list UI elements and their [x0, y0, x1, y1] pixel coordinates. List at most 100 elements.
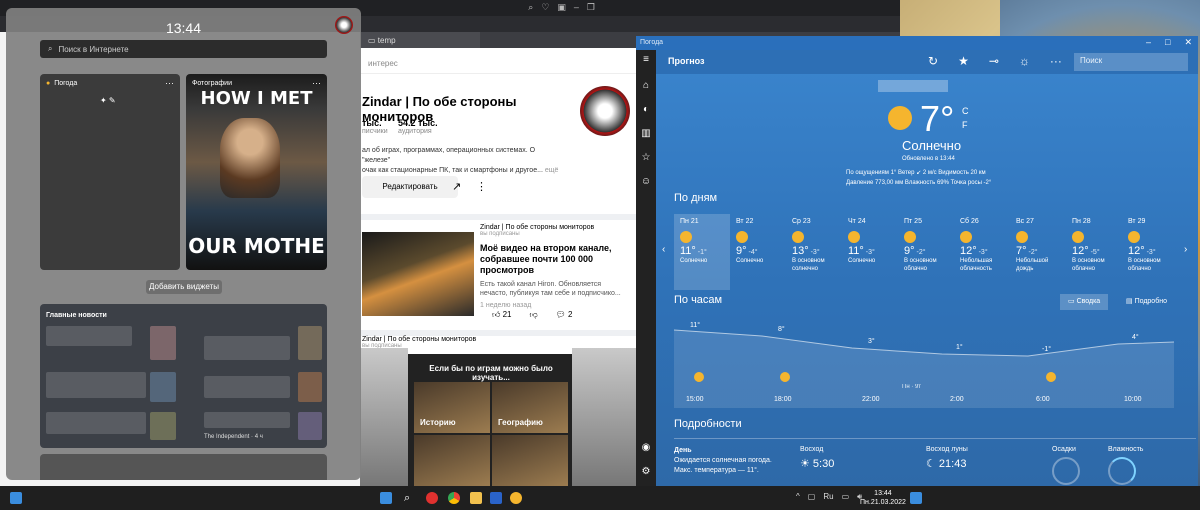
more-icon[interactable]: ⋮	[476, 180, 487, 193]
chrome-icon[interactable]	[448, 492, 460, 504]
opera-icon[interactable]	[426, 492, 438, 504]
refresh-icon[interactable]: ↻	[928, 54, 938, 68]
news-item-3[interactable]	[46, 372, 146, 398]
heart-icon[interactable]: ♡	[541, 2, 549, 14]
box-icon[interactable]: ▣	[557, 2, 566, 14]
post2-thumb-history[interactable]: Историю	[414, 382, 490, 433]
daily-forecast-day[interactable]: Сб 26 12° -3° Небольшая облачность	[954, 214, 1010, 290]
maps-icon[interactable]: ◐	[640, 104, 652, 116]
hourly-section-title: По часам	[674, 294, 723, 306]
more-options-icon[interactable]: ···	[1050, 54, 1062, 68]
close-icon[interactable]: ✕	[1184, 37, 1192, 48]
weather-app-icon[interactable]	[510, 492, 522, 504]
zen-search-input[interactable]: интерес	[360, 56, 636, 74]
humidity-gauge	[1108, 457, 1136, 485]
like-button[interactable]: 👍︎ 21	[492, 310, 512, 320]
search-icon[interactable]: ⌕	[404, 492, 416, 504]
news-thumb-5[interactable]	[150, 412, 176, 440]
keyboard-lang-icon[interactable]: Ru	[823, 492, 833, 502]
chevron-up-icon[interactable]: ^	[796, 492, 800, 502]
daily-forecast-day[interactable]: Вс 27 7° -2° Небольшой дождь	[1010, 214, 1066, 290]
post2-channel-name[interactable]: Zindar | По обе стороны мониторов	[362, 336, 632, 343]
weather-search-input[interactable]: Поиск	[1074, 53, 1188, 71]
post-channel-name[interactable]: Zindar | По обе стороны мониторов	[480, 224, 630, 231]
news-item-6[interactable]	[204, 412, 290, 428]
news-thumb-3[interactable]	[150, 372, 176, 402]
user-avatar[interactable]	[335, 16, 353, 34]
app-tray-icon[interactable]: ▢	[808, 492, 816, 502]
zen-stat-audience: 54.2 тыс. аудитория	[398, 118, 438, 135]
start-icon[interactable]	[380, 492, 392, 504]
details-section-title: Подробности	[674, 418, 742, 430]
restore-icon[interactable]: ❐	[587, 2, 595, 14]
daily-forecast-day[interactable]: Чт 24 11° -3° Солнечно	[842, 214, 898, 290]
network-icon[interactable]: ▭	[842, 492, 850, 502]
taskbar-clock[interactable]: 13:44 Пн.21.03.2022	[860, 489, 906, 507]
news-item-1[interactable]	[46, 326, 132, 346]
smile-icon[interactable]: ☺	[640, 176, 652, 188]
post2-thumb-4[interactable]	[492, 435, 568, 486]
post-title[interactable]: Моё видео на втором канале, собравшее по…	[480, 243, 630, 276]
zen-page: интерес Zindar | По обе стороны мониторо…	[360, 48, 636, 486]
daily-prev-arrow-icon[interactable]: ‹	[662, 244, 665, 255]
file-explorer-icon[interactable]	[470, 492, 482, 504]
current-temperature: 7°	[920, 98, 954, 140]
daily-forecast-day[interactable]: Пн 21 11° -1° Солнечно	[674, 214, 730, 290]
daily-forecast-day[interactable]: Пн 28 12° -5° В основном облачно	[1066, 214, 1122, 290]
news-thumb-1[interactable]	[150, 326, 176, 360]
photos-widget[interactable]: Фотографии ··· HOW I MET OUR MOTHE	[186, 74, 327, 270]
unit-fahrenheit[interactable]: F	[962, 118, 969, 132]
unit-celsius[interactable]: C	[962, 104, 969, 118]
daily-forecast-day[interactable]: Вт 29 12° -3° В основном облачно	[1122, 214, 1178, 290]
daily-forecast-day[interactable]: Ср 23 13° -3° В основном солнечно	[786, 214, 842, 290]
daily-forecast-day[interactable]: Пт 25 9° -2° В основном облачно	[898, 214, 954, 290]
top-news-widget[interactable]: Главные новости The Independent · 4 ч	[40, 304, 327, 448]
daily-forecast-day[interactable]: Вт 22 9° -4° Солнечно	[730, 214, 786, 290]
browser-tab-temp[interactable]: ▭ temp	[360, 32, 480, 48]
brightness-icon[interactable]: ☼	[1019, 54, 1030, 68]
comments-button[interactable]: 💬︎ 2	[556, 310, 573, 320]
news-item-4[interactable]	[204, 376, 290, 398]
weather-widget-more-icon[interactable]: ···	[165, 78, 174, 88]
zen-post-thumbnail[interactable]	[362, 232, 474, 316]
news-thumb-6[interactable]	[298, 412, 322, 440]
minimize-icon[interactable]: –	[1146, 37, 1151, 48]
post2-thumb-3[interactable]	[414, 435, 490, 486]
details-precip: Осадки	[1052, 446, 1080, 485]
edit-button[interactable]: Редактировать	[362, 176, 458, 198]
news-item-5[interactable]	[46, 412, 146, 434]
history-chart-icon[interactable]: ▥	[640, 128, 652, 140]
photos-widget-more-icon[interactable]: ···	[312, 78, 321, 88]
add-widgets-button[interactable]: Добавить виджеты	[146, 280, 222, 294]
summary-button[interactable]: ▭ Сводка	[1060, 294, 1109, 310]
edit-pencil-icon[interactable]: ✦ ✎	[100, 96, 116, 105]
camera-icon[interactable]: ⌕	[528, 2, 533, 14]
post2-thumb-geography[interactable]: Географию	[492, 382, 568, 433]
favorites-icon[interactable]: ☆	[640, 152, 652, 164]
dislike-button[interactable]: 👎︎	[530, 310, 538, 320]
home-icon[interactable]: ⌂	[640, 80, 652, 92]
news-widget-2[interactable]	[40, 454, 327, 480]
desc-more-link[interactable]: ещё	[545, 167, 559, 174]
weather-sidebar: ≡ ⌂ ◐ ▥ ☆ ☺ ◉ ⚙	[636, 50, 656, 486]
daily-next-arrow-icon[interactable]: ›	[1184, 244, 1187, 255]
minimize-icon[interactable]: –	[574, 2, 579, 14]
news-thumb-4[interactable]	[298, 372, 322, 402]
unit-toggle[interactable]: C F	[962, 104, 969, 132]
maximize-icon[interactable]: □	[1165, 37, 1170, 48]
pin-icon[interactable]: ⊸	[989, 54, 999, 68]
account-icon[interactable]: ◉	[640, 442, 652, 454]
news-item-2[interactable]	[204, 336, 290, 360]
news-thumb-2[interactable]	[298, 326, 322, 360]
left-windows-icon[interactable]	[10, 492, 22, 504]
favorite-star-icon[interactable]: ★	[958, 54, 969, 68]
taskbar-time: 13:44	[874, 490, 892, 497]
weather-widget[interactable]: ● Погода ··· ✦ ✎	[40, 74, 180, 270]
store-icon[interactable]	[490, 492, 502, 504]
web-search-input[interactable]: ⌕ Поиск в Интернете	[40, 40, 327, 58]
detailed-button[interactable]: ▤ Подробно	[1118, 294, 1175, 310]
share-icon[interactable]: ↗	[452, 180, 461, 193]
right-windows-icon[interactable]	[910, 492, 922, 504]
menu-icon[interactable]: ≡	[640, 54, 652, 66]
settings-gear-icon[interactable]: ⚙	[640, 466, 652, 478]
